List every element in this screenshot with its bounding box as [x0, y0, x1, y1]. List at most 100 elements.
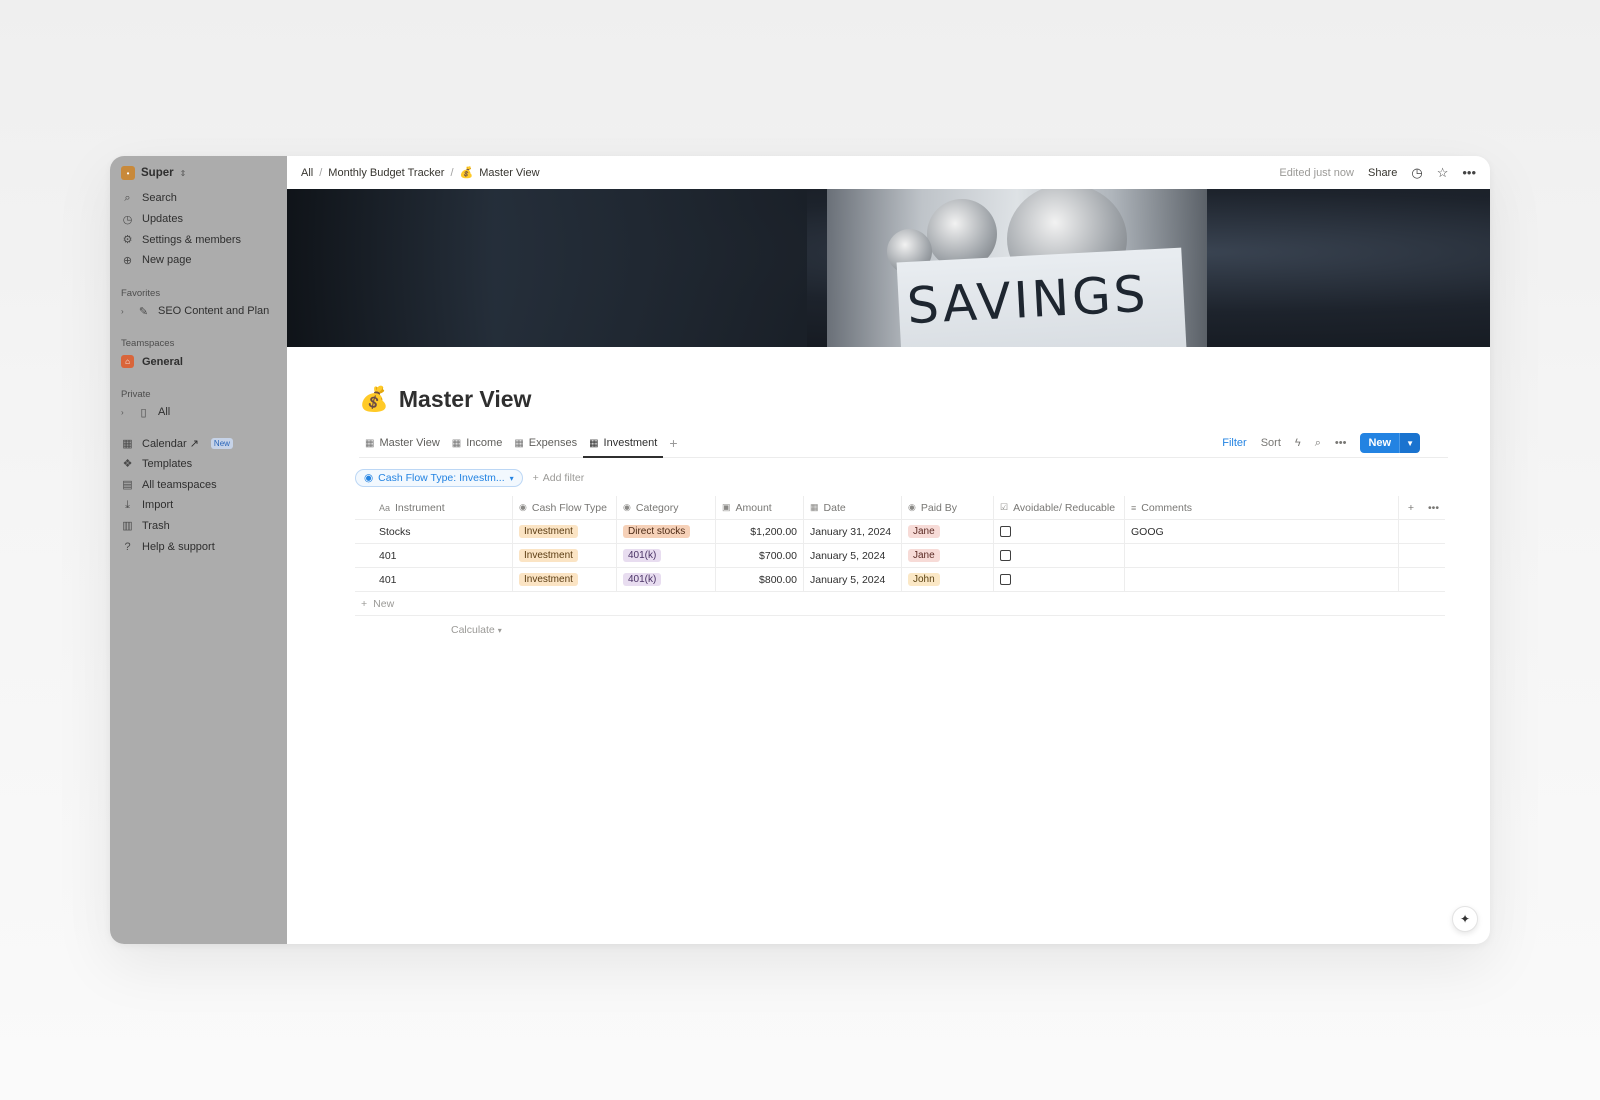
topbar: All / Monthly Budget Tracker / 💰 Master …: [287, 156, 1490, 189]
column-header-instrument[interactable]: Aa Instrument: [355, 496, 513, 519]
cell-category[interactable]: 401(k): [617, 568, 716, 591]
checkbox[interactable]: [1000, 550, 1011, 561]
sidebar-item-all-teamspaces[interactable]: ▤ All teamspaces: [116, 474, 281, 495]
cell-cash-flow-type[interactable]: Investment: [513, 544, 617, 567]
money-bag-icon[interactable]: 💰: [359, 385, 389, 414]
calculate-button[interactable]: Calculate ▾: [451, 620, 1490, 640]
more-icon[interactable]: •••: [1428, 502, 1439, 514]
cell-comments[interactable]: [1125, 544, 1399, 567]
sidebar-item-label: Calendar ↗: [142, 437, 199, 450]
add-column-icon[interactable]: +: [1408, 502, 1414, 514]
sidebar-item-settings[interactable]: ⚙ Settings & members: [116, 229, 281, 250]
more-icon[interactable]: •••: [1335, 437, 1347, 449]
cell-category[interactable]: 401(k): [617, 544, 716, 567]
column-header-category[interactable]: ◉ Category: [617, 496, 716, 519]
cell-instrument[interactable]: Stocks: [355, 520, 513, 543]
cell-instrument[interactable]: 401: [355, 544, 513, 567]
cell-amount[interactable]: $1,200.00: [716, 520, 804, 543]
sidebar-item-new-page[interactable]: ⊕ New page: [116, 250, 281, 271]
cell-amount[interactable]: $700.00: [716, 544, 804, 567]
filter-button[interactable]: Filter: [1222, 437, 1246, 449]
breadcrumb-item[interactable]: Master View: [479, 167, 539, 179]
page-icon: ▯: [140, 406, 147, 419]
sidebar-item-all[interactable]: › ▯ All: [116, 402, 281, 423]
tab-income[interactable]: ▦ Income: [446, 429, 509, 457]
cell-empty: [1399, 568, 1445, 591]
share-button[interactable]: Share: [1368, 167, 1397, 179]
column-label: Avoidable/ Reducable: [1013, 501, 1116, 514]
ai-sparkle-button[interactable]: ✦: [1452, 906, 1478, 932]
checkbox[interactable]: [1000, 574, 1011, 585]
sidebar-item-calendar[interactable]: ▦ Calendar ↗ New: [116, 433, 281, 454]
sidebar-item-import[interactable]: ⤓ Import: [116, 495, 281, 516]
chevron-down-icon[interactable]: ▼: [1399, 433, 1420, 453]
sidebar-item-label: SEO Content and Plan: [158, 305, 270, 318]
column-header-cash-flow-type[interactable]: ◉ Cash Flow Type: [513, 496, 617, 519]
sidebar-item-search[interactable]: ⌕ Search: [116, 188, 281, 209]
column-header-comments[interactable]: ≡ Comments: [1125, 496, 1399, 519]
sort-button[interactable]: Sort: [1261, 437, 1281, 449]
star-icon[interactable]: ☆: [1437, 165, 1449, 181]
chevron-right-icon[interactable]: ›: [121, 307, 129, 316]
sidebar-item-label: Help & support: [142, 540, 215, 553]
new-button-label[interactable]: New: [1360, 433, 1400, 453]
column-label: Date: [823, 501, 846, 514]
calculate-label: Calculate: [451, 624, 495, 636]
add-filter-button[interactable]: + Add filter: [533, 472, 585, 484]
checkbox[interactable]: [1000, 526, 1011, 537]
sidebar-item-general[interactable]: ⌂ General: [116, 351, 281, 372]
tab-master-view[interactable]: ▦ Master View: [359, 429, 446, 457]
cell-cash-flow-type[interactable]: Investment: [513, 568, 617, 591]
main-content: All / Monthly Budget Tracker / 💰 Master …: [287, 156, 1490, 944]
cell-date[interactable]: January 5, 2024: [804, 544, 902, 567]
clock-icon: ◷: [122, 213, 133, 226]
search-icon[interactable]: ⌕: [1315, 437, 1321, 450]
tab-expenses[interactable]: ▦ Expenses: [508, 429, 583, 457]
workspace-switcher[interactable]: • Super ⇕: [116, 162, 281, 184]
page-title[interactable]: Master View: [399, 386, 532, 413]
column-header-paid-by[interactable]: ◉ Paid By: [902, 496, 994, 519]
cell-paid-by[interactable]: Jane: [902, 520, 994, 543]
clock-icon[interactable]: ◷: [1411, 165, 1422, 181]
cell-avoidable: [994, 544, 1125, 567]
lightning-icon[interactable]: ϟ: [1295, 437, 1301, 449]
add-row-label: New: [373, 597, 395, 610]
cell-instrument[interactable]: 401: [355, 568, 513, 591]
add-row-button[interactable]: + New: [355, 592, 1445, 616]
header-actions: + •••: [1399, 496, 1445, 519]
cell-category[interactable]: Direct stocks: [617, 520, 716, 543]
sidebar-item-trash[interactable]: ▥ Trash: [116, 516, 281, 537]
filter-chip[interactable]: ◉ Cash Flow Type: Investm... ▾: [355, 469, 523, 487]
select-type-icon: ◉: [519, 502, 527, 512]
sidebar: • Super ⇕ ⌕ Search ◷ Updates ⚙ Settings …: [110, 156, 287, 944]
cell-paid-by[interactable]: Jane: [902, 544, 994, 567]
table-row[interactable]: 401 Investment 401(k) $700.00 January 5,…: [355, 544, 1445, 568]
cell-date[interactable]: January 5, 2024: [804, 568, 902, 591]
column-header-date[interactable]: ▦ Date: [804, 496, 902, 519]
cell-cash-flow-type[interactable]: Investment: [513, 520, 617, 543]
table-row[interactable]: 401 Investment 401(k) $800.00 January 5,…: [355, 568, 1445, 592]
cell-comments[interactable]: GOOG: [1125, 520, 1399, 543]
sidebar-item-seo-content[interactable]: › ✎ SEO Content and Plan: [116, 301, 281, 322]
column-header-avoidable[interactable]: ☑ Avoidable/ Reducable: [994, 496, 1125, 519]
cell-amount[interactable]: $800.00: [716, 568, 804, 591]
breadcrumb-separator: /: [319, 166, 323, 179]
column-header-amount[interactable]: ▣ Amount: [716, 496, 804, 519]
cell-date[interactable]: January 31, 2024: [804, 520, 902, 543]
more-icon[interactable]: •••: [1462, 165, 1476, 180]
cell-avoidable: [994, 520, 1125, 543]
sidebar-item-help[interactable]: ? Help & support: [116, 536, 281, 557]
cell-paid-by[interactable]: John: [902, 568, 994, 591]
teamspaces-heading: Teamspaces: [121, 338, 175, 350]
sidebar-item-templates[interactable]: ❖ Templates: [116, 454, 281, 475]
tab-investment[interactable]: ▦ Investment: [583, 429, 664, 458]
chevron-right-icon[interactable]: ›: [121, 408, 129, 417]
sidebar-item-updates[interactable]: ◷ Updates: [116, 209, 281, 230]
plus-icon: +: [361, 597, 368, 610]
cell-comments[interactable]: [1125, 568, 1399, 591]
breadcrumb-item[interactable]: All: [301, 167, 313, 179]
add-view-icon[interactable]: +: [663, 435, 683, 451]
new-record-button[interactable]: New ▼: [1360, 433, 1420, 453]
table-row[interactable]: Stocks Investment Direct stocks $1,200.0…: [355, 520, 1445, 544]
breadcrumb-item[interactable]: Monthly Budget Tracker: [328, 167, 444, 179]
